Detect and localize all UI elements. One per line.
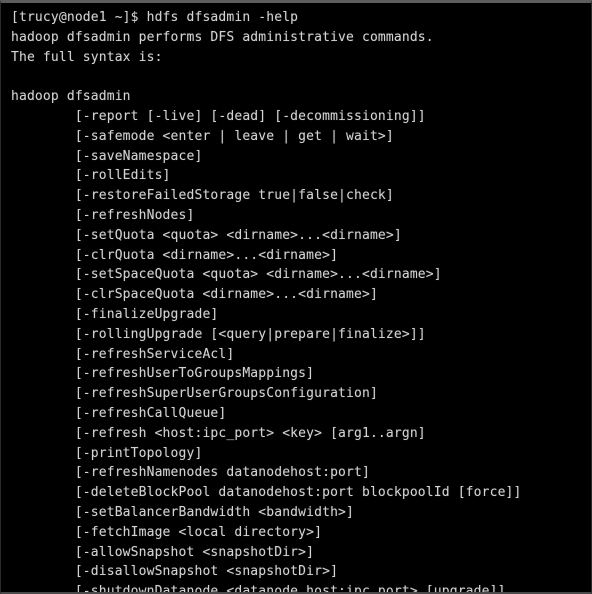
terminal-option-line: [-rollEdits] bbox=[11, 168, 171, 184]
terminal-prompt-line: [trucy@node1 ~]$ hdfs dfsadmin -help bbox=[11, 10, 299, 25]
terminal-option-line: [-refreshNamenodes datanodehost:port] bbox=[11, 465, 370, 481]
terminal-option-line: [-restoreFailedStorage true|false|check] bbox=[11, 188, 394, 204]
terminal-output-line: hadoop dfsadmin performs DFS administrat… bbox=[11, 29, 434, 45]
terminal-option-line: [-finalizeUpgrade] bbox=[11, 306, 219, 322]
terminal-option-line: [-saveNamespace] bbox=[11, 148, 203, 164]
terminal-option-line: [-printTopology] bbox=[11, 445, 203, 461]
terminal-output-line: The full syntax is: bbox=[11, 49, 163, 65]
terminal-option-line: [-refreshCallQueue] bbox=[11, 405, 227, 421]
terminal-option-line: [-safemode <enter | leave | get | wait>] bbox=[11, 128, 394, 144]
terminal-option-line: [-refreshUserToGroupsMappings] bbox=[11, 366, 315, 382]
terminal-option-line: [-refreshSuperUserGroupsConfiguration] bbox=[11, 386, 378, 402]
terminal-option-line: [-report [-live] [-dead] [-decommissioni… bbox=[11, 108, 426, 124]
terminal-option-line: [-clrQuota <dirname>...<dirname>] bbox=[11, 247, 339, 263]
terminal-option-line: [-shutdownDatanode <datanode_host:ipc_po… bbox=[11, 584, 506, 594]
terminal-option-line: [-deleteBlockPool datanodehost:port bloc… bbox=[11, 485, 522, 501]
terminal-option-line: [-disallowSnapshot <snapshotDir>] bbox=[11, 564, 339, 580]
terminal-option-line: [-setBalancerBandwidth <bandwidth>] bbox=[11, 504, 354, 520]
terminal-option-line: [-setQuota <quota> <dirname>...<dirname>… bbox=[11, 227, 402, 243]
terminal-option-line: [-rollingUpgrade [<query|prepare|finaliz… bbox=[11, 326, 426, 342]
terminal-option-line: [-setSpaceQuota <quota> <dirname>...<dir… bbox=[11, 267, 442, 283]
terminal-option-line: [-fetchImage <local directory>] bbox=[11, 524, 323, 540]
terminal-option-line: [-refreshServiceAcl] bbox=[11, 346, 235, 362]
terminal-window: [trucy@node1 ~]$ hdfs dfsadmin -help hado… bbox=[0, 0, 592, 594]
terminal-output-line: hadoop dfsadmin bbox=[11, 89, 131, 105]
terminal-option-line: [-allowSnapshot <snapshotDir>] bbox=[11, 544, 315, 560]
terminal-option-line: [-refresh <host:ipc_port> <key> [arg1..a… bbox=[11, 425, 426, 441]
terminal-output-area[interactable]: [trucy@node1 ~]$ hdfs dfsadmin -help hado… bbox=[1, 3, 591, 592]
terminal-option-line: [-refreshNodes] bbox=[11, 207, 195, 223]
terminal-option-line: [-clrSpaceQuota <dirname>...<dirname>] bbox=[11, 287, 378, 303]
